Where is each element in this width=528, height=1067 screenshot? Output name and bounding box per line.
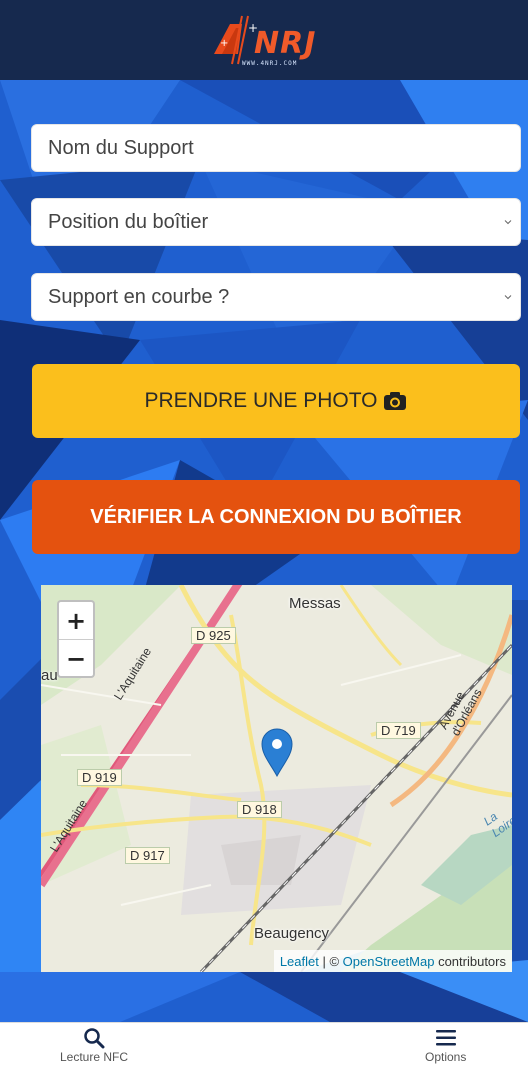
logo-text: NRJ bbox=[254, 26, 317, 61]
leaflet-link[interactable]: Leaflet bbox=[280, 954, 319, 969]
map-attribution: Leaflet | © OpenStreetMap contributors bbox=[273, 950, 512, 972]
take-photo-button[interactable]: PRENDRE UNE PHOTO bbox=[32, 364, 520, 438]
tab-options-label: Options bbox=[425, 1050, 467, 1064]
bottom-tab-bar: Lecture NFC Options bbox=[0, 1022, 528, 1067]
camera-icon bbox=[384, 392, 407, 410]
verify-connection-label: VÉRIFIER LA CONNEXION DU BOÎTIER bbox=[90, 505, 462, 528]
attribution-separator: | © bbox=[318, 953, 343, 969]
search-icon bbox=[84, 1028, 105, 1049]
logo-url: WWW.4NRJ.COM bbox=[242, 60, 298, 67]
menu-icon bbox=[435, 1030, 456, 1046]
position-select-value: Position du boîtier bbox=[48, 210, 209, 233]
support-name-input[interactable]: Nom du Support bbox=[31, 124, 521, 172]
support-name-placeholder: Nom du Support bbox=[48, 136, 194, 159]
zoom-in-button[interactable]: + bbox=[59, 602, 93, 639]
zoom-control: + − bbox=[57, 600, 95, 678]
verify-connection-button[interactable]: VÉRIFIER LA CONNEXION DU BOÎTIER bbox=[32, 480, 520, 554]
map-label-au: au bbox=[41, 667, 58, 684]
chevron-down-icon bbox=[504, 220, 512, 225]
road-label-d919: D 919 bbox=[77, 769, 122, 786]
map-label-messas: Messas bbox=[289, 595, 341, 612]
attribution-contributors: contributors bbox=[434, 953, 506, 969]
osm-link[interactable]: OpenStreetMap bbox=[343, 954, 435, 969]
app-screen: + + NRJ WWW.4NRJ.COM Nom du Support Posi… bbox=[0, 0, 528, 1022]
location-pin-icon[interactable] bbox=[260, 727, 294, 777]
zoom-out-button[interactable]: − bbox=[59, 639, 93, 677]
chevron-down-icon bbox=[504, 295, 512, 300]
app-header: + + NRJ WWW.4NRJ.COM bbox=[0, 0, 528, 80]
tab-lecture-nfc[interactable]: Lecture NFC bbox=[60, 1027, 128, 1064]
curve-select[interactable]: Support en courbe ? bbox=[31, 273, 521, 321]
svg-text:+: + bbox=[220, 38, 228, 49]
take-photo-label: PRENDRE UNE PHOTO bbox=[144, 389, 378, 412]
road-label-d917: D 917 bbox=[125, 847, 170, 864]
tab-lecture-nfc-label: Lecture NFC bbox=[60, 1050, 129, 1064]
curve-select-value: Support en courbe ? bbox=[48, 285, 230, 308]
tab-options[interactable]: Options bbox=[425, 1027, 466, 1064]
road-label-d719: D 719 bbox=[376, 722, 421, 739]
position-select[interactable]: Position du boîtier bbox=[31, 198, 521, 246]
map-label-beaugency: Beaugency bbox=[254, 925, 330, 942]
brand-logo: + + NRJ WWW.4NRJ.COM bbox=[208, 10, 320, 70]
map-view[interactable]: + − Messas au Beaugency L'Aquitaine L'Aq… bbox=[41, 585, 512, 972]
road-label-d918: D 918 bbox=[237, 801, 282, 818]
road-label-d925: D 925 bbox=[191, 627, 236, 644]
